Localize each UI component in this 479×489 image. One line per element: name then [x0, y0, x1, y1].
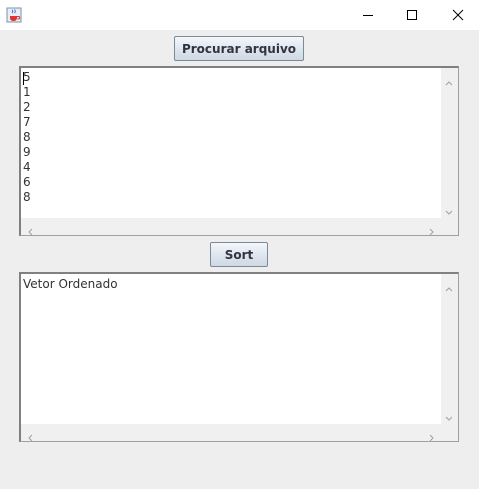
- scroll-up-icon[interactable]: [444, 73, 454, 86]
- sort-button[interactable]: Sort: [210, 242, 268, 267]
- minimize-icon: [362, 9, 374, 21]
- input-line: 2: [23, 100, 31, 114]
- scroll-down-icon[interactable]: [444, 203, 454, 215]
- input-line: 5: [23, 70, 31, 84]
- input-text-area[interactable]: 512789468: [21, 68, 441, 218]
- input-line: 8: [23, 130, 31, 144]
- input-line: 7: [23, 115, 31, 129]
- output-vertical-scrollbar[interactable]: [441, 274, 458, 424]
- input-line: 8: [23, 190, 31, 204]
- output-horizontal-scrollbar[interactable]: [21, 424, 441, 442]
- output-text-area[interactable]: Vetor Ordenado: [21, 274, 441, 424]
- input-line: 4: [23, 160, 31, 174]
- java-cup-icon: [6, 7, 22, 23]
- scroll-left-icon[interactable]: [25, 428, 35, 442]
- scroll-up-icon[interactable]: [444, 279, 454, 292]
- scroll-right-icon[interactable]: [427, 222, 437, 236]
- input-line: 1: [23, 85, 31, 99]
- input-line: 6: [23, 175, 31, 189]
- title-bar: [0, 0, 479, 30]
- input-vertical-scrollbar[interactable]: [441, 68, 458, 218]
- close-icon: [452, 9, 464, 21]
- close-button[interactable]: [435, 0, 479, 30]
- input-scroll-pane[interactable]: 512789468: [19, 66, 459, 236]
- input-line: 9: [23, 145, 31, 159]
- text-caret: [23, 72, 24, 85]
- scroll-left-icon[interactable]: [25, 222, 35, 236]
- scroll-corner: [441, 218, 458, 235]
- scroll-right-icon[interactable]: [427, 428, 437, 442]
- output-scroll-pane[interactable]: Vetor Ordenado: [19, 272, 459, 442]
- input-horizontal-scrollbar[interactable]: [21, 218, 441, 236]
- minimize-button[interactable]: [345, 0, 391, 30]
- scroll-down-icon[interactable]: [444, 409, 454, 421]
- browse-file-button[interactable]: Procurar arquivo: [174, 36, 304, 61]
- maximize-icon: [406, 9, 418, 21]
- scroll-corner: [441, 424, 458, 441]
- maximize-button[interactable]: [389, 0, 435, 30]
